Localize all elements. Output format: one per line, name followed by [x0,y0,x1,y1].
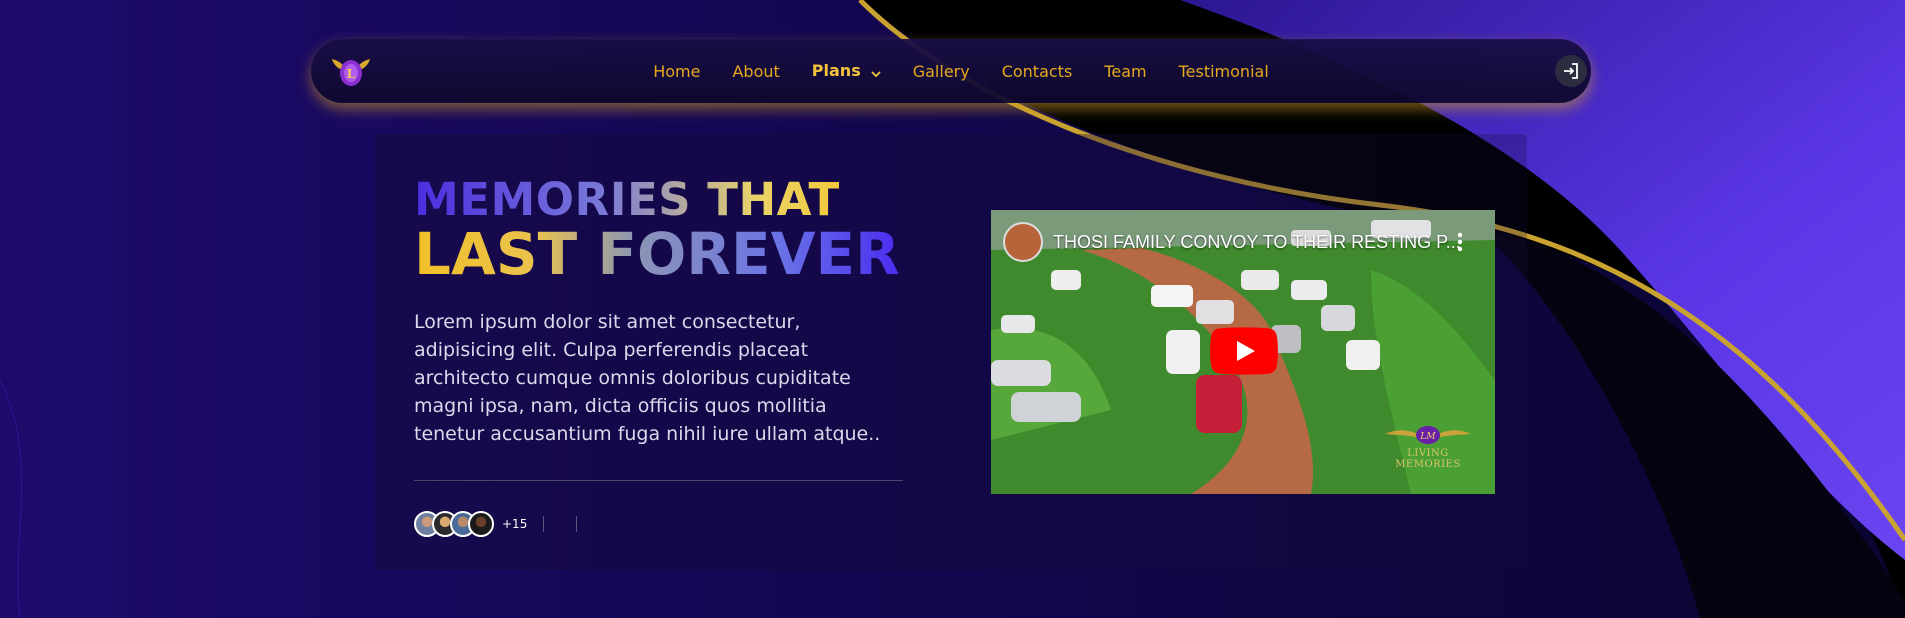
nav-link-team[interactable]: Team [1104,62,1146,81]
play-icon[interactable] [1210,327,1278,375]
watermark-monogram: LM [1419,432,1436,442]
watermark-wings-icon: LM [1385,426,1471,444]
divider [543,516,544,532]
avatar-extra-count: +15 [502,517,528,531]
hero-divider [414,480,903,481]
nav-link-plans[interactable]: Plans [812,61,881,81]
nav-link-gallery[interactable]: Gallery [913,62,970,81]
hero-title-line-2: LAST FOREVER [414,220,900,288]
nav-link-home[interactable]: Home [653,62,700,81]
login-icon [1564,63,1578,79]
hero-description: Lorem ipsum dolor sit amet consectetur, … [414,311,881,445]
nav-link-plans-label: Plans [811,61,861,80]
chevron-down-icon [871,62,881,81]
video-watermark: LM LIVING MEMORIES [1383,424,1473,470]
login-button[interactable] [1555,55,1587,87]
hero-title-line-1: MEMORIES THAT [414,173,840,226]
nav-link-contacts[interactable]: Contacts [1002,62,1073,81]
avatar [468,511,494,537]
divider [576,516,577,532]
nav-links: Home About Plans Gallery Contacts Team T… [311,39,1591,103]
more-options-icon[interactable] [1457,232,1463,252]
watermark-text: LIVING MEMORIES [1395,448,1461,470]
video-player[interactable]: THOSI FAMILY CONVOY TO THEIR RESTING P..… [991,210,1495,494]
channel-avatar[interactable] [1003,222,1043,262]
nav-link-testimonial[interactable]: Testimonial [1179,62,1269,81]
video-title[interactable]: THOSI FAMILY CONVOY TO THEIR RESTING P..… [1053,232,1461,253]
nav-link-about[interactable]: About [732,62,779,81]
navbar: L Home About Plans Gallery Contacts Team… [311,39,1591,103]
avatar-group[interactable]: +15 [414,510,527,538]
